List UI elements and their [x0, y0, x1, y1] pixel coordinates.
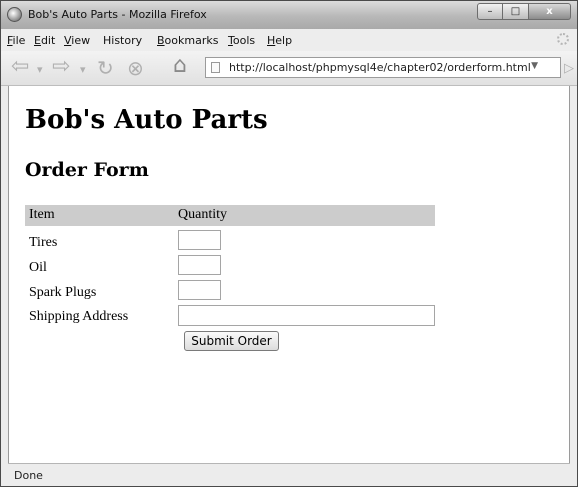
spark-plugs-qty-input[interactable]	[178, 280, 221, 300]
url-text: http://localhost/phpmysql4e/chapter02/or…	[229, 61, 531, 74]
page-title: Bob's Auto Parts	[25, 105, 268, 135]
url-dropdown-icon[interactable]: ▼	[531, 61, 538, 71]
minimize-button[interactable]: –	[477, 3, 503, 20]
back-arrow-icon[interactable]: ⇦	[11, 56, 29, 78]
stop-icon[interactable]: ⊗	[127, 58, 144, 78]
tires-qty-input[interactable]	[178, 230, 221, 250]
label-spark-plugs: Spark Plugs	[29, 285, 97, 300]
menu-file[interactable]: File	[7, 34, 25, 47]
home-icon[interactable]: ⌂	[173, 55, 187, 77]
reload-icon[interactable]: ↻	[97, 58, 114, 78]
shipping-address-input[interactable]	[178, 305, 435, 326]
header-quantity: Quantity	[178, 207, 227, 222]
window-controls: – □ x	[477, 3, 571, 20]
browser-window: Bob's Auto Parts - Mozilla Firefox – □ x…	[0, 0, 578, 487]
form-heading: Order Form	[25, 159, 149, 181]
table-header-row: Item Quantity	[25, 205, 435, 226]
menu-history[interactable]: History	[103, 34, 142, 47]
title-bar[interactable]: Bob's Auto Parts - Mozilla Firefox – □ x	[1, 1, 577, 30]
label-oil: Oil	[29, 260, 47, 275]
submit-order-button[interactable]: Submit Order	[184, 331, 279, 351]
navigation-toolbar: ⇦ ▾ ⇨ ▾ ↻ ⊗ ⌂ http://localhost/phpmysql4…	[1, 51, 577, 86]
go-arrow-icon[interactable]: ▷	[564, 60, 574, 78]
label-tires: Tires	[29, 235, 58, 250]
menu-tools[interactable]: Tools	[228, 34, 255, 47]
status-bar: Done	[8, 463, 570, 486]
oil-qty-input[interactable]	[178, 255, 221, 275]
status-text: Done	[14, 469, 43, 482]
menu-view[interactable]: View	[64, 34, 90, 47]
menu-bookmarks[interactable]: Bookmarks	[157, 34, 218, 47]
label-shipping-address: Shipping Address	[29, 309, 129, 324]
menu-edit[interactable]: Edit	[34, 34, 55, 47]
back-history-dropdown-icon[interactable]: ▾	[37, 61, 43, 79]
menu-help[interactable]: Help	[267, 34, 292, 47]
forward-history-dropdown-icon[interactable]: ▾	[80, 61, 86, 79]
header-item: Item	[29, 207, 55, 222]
menu-bar: File Edit View History Bookmarks Tools H…	[1, 29, 577, 51]
throbber-icon	[557, 33, 569, 45]
page-icon	[211, 62, 220, 73]
page-content: Bob's Auto Parts Order Form Item Quantit…	[8, 86, 570, 463]
url-bar[interactable]: http://localhost/phpmysql4e/chapter02/or…	[205, 57, 561, 78]
maximize-button[interactable]: □	[503, 3, 529, 20]
firefox-icon	[7, 7, 22, 22]
forward-arrow-icon[interactable]: ⇨	[52, 56, 70, 78]
window-title: Bob's Auto Parts - Mozilla Firefox	[28, 8, 207, 21]
close-button[interactable]: x	[529, 3, 571, 20]
